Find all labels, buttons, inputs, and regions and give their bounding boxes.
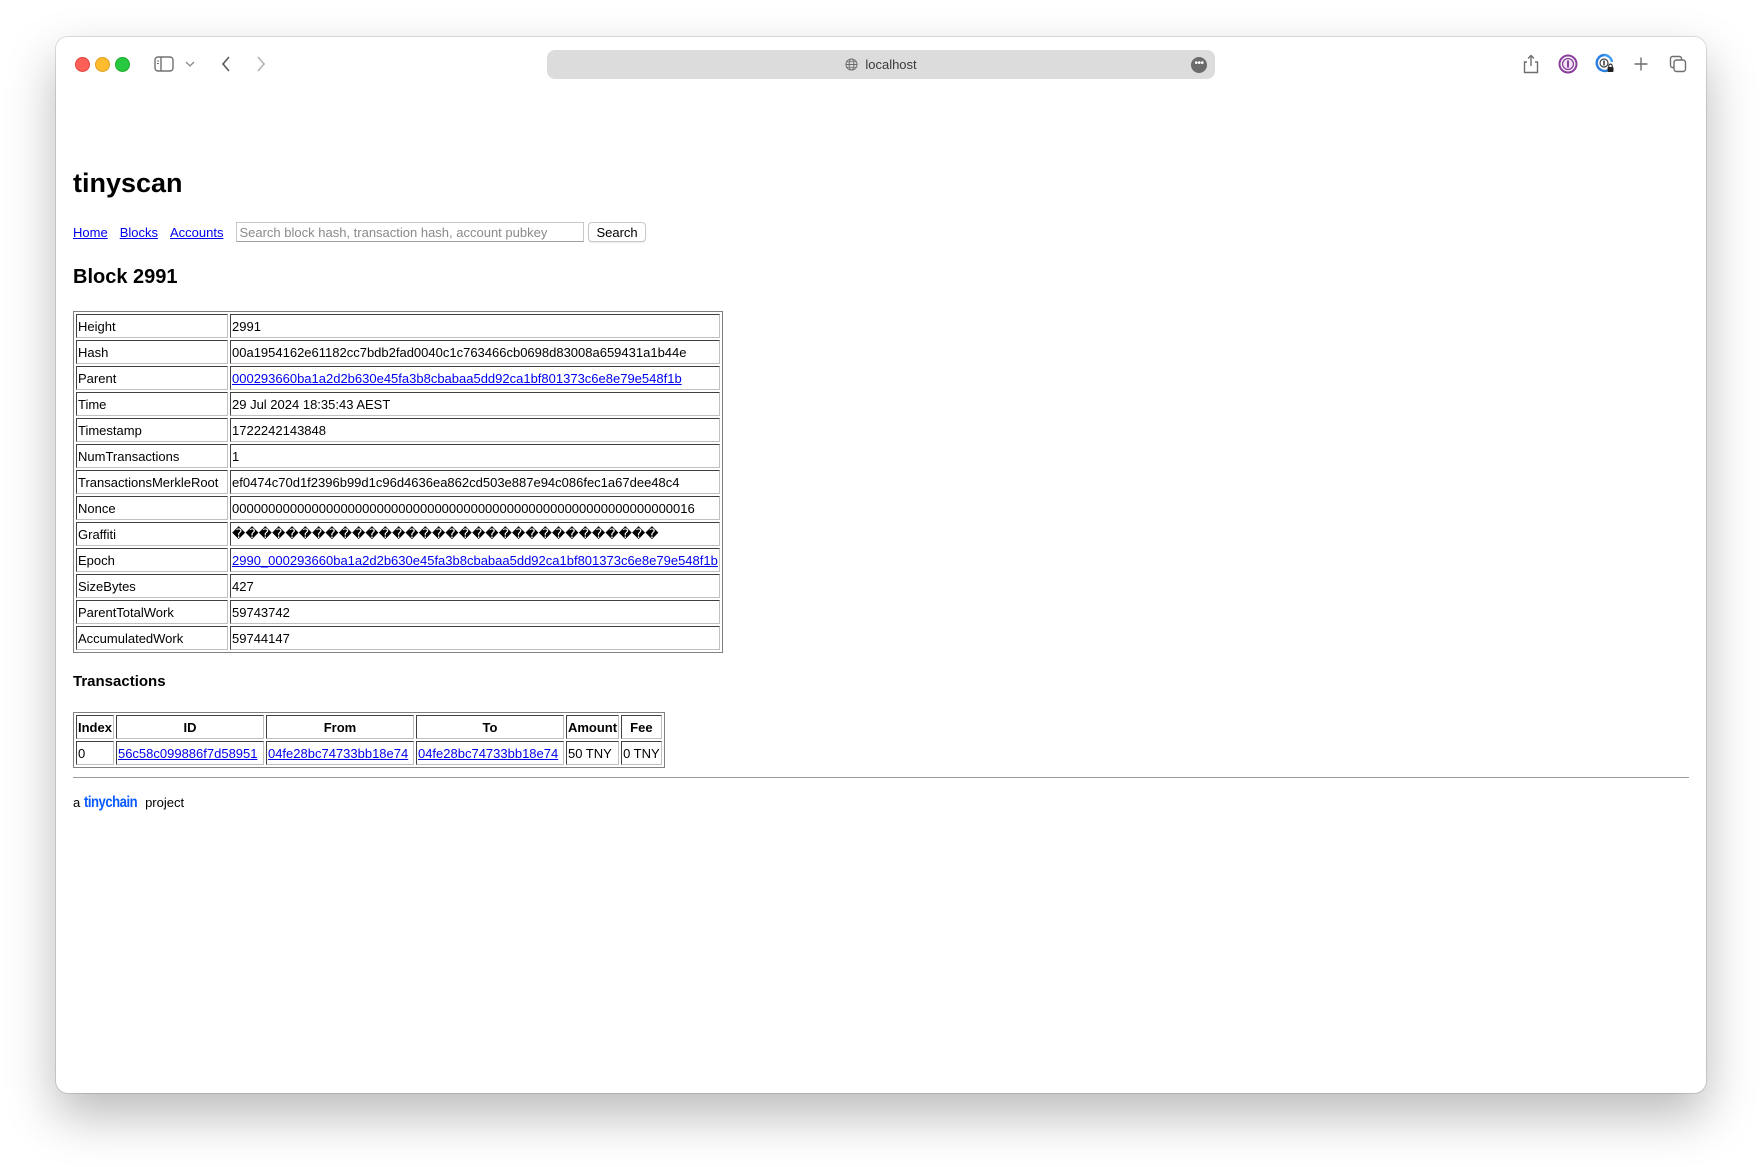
field-label-nonce: Nonce — [76, 496, 228, 520]
site-title: tinyscan — [73, 168, 183, 198]
globe-icon — [845, 58, 858, 71]
minimize-window-button[interactable] — [95, 57, 110, 72]
transactions-heading: Transactions — [73, 673, 166, 690]
table-row: Nonce 00000000000000000000000000000000000… — [76, 496, 720, 520]
footer-suffix: project — [145, 795, 185, 810]
field-value-cell-epoch: 2990_000293660ba1a2d2b630e45fa3b8cbabaa5… — [230, 548, 720, 572]
column-header-from: From — [265, 715, 414, 739]
table-row: NumTransactions 1 — [76, 444, 720, 468]
field-value-height: 2991 — [230, 314, 720, 338]
field-value-num-transactions: 1 — [230, 444, 720, 468]
nav-link-blocks[interactable]: Blocks — [120, 225, 158, 240]
page-content: tinyscan Home Blocks Accounts Search Blo… — [73, 91, 1689, 1093]
field-value-cell-parent: 000293660ba1a2d2b630e45fa3b8cbabaa5dd92c… — [230, 366, 720, 390]
field-value-timestamp: 1722242143848 — [230, 418, 720, 442]
field-link-epoch[interactable]: 2990_000293660ba1a2d2b630e45fa3b8cbabaa5… — [232, 553, 718, 568]
sidebar-icon[interactable] — [153, 52, 175, 76]
tx-to-link[interactable]: 04fe28bc74733bb18e74 — [418, 746, 558, 761]
footer: a tinychain project — [73, 794, 184, 812]
search-button[interactable]: Search — [588, 222, 646, 242]
chevron-down-icon[interactable] — [184, 52, 196, 76]
address-bar[interactable]: localhost ••• — [547, 50, 1215, 79]
field-label-num-transactions: NumTransactions — [76, 444, 228, 468]
field-label-hash: Hash — [76, 340, 228, 364]
close-window-button[interactable] — [75, 57, 90, 72]
share-icon[interactable] — [1519, 52, 1543, 76]
tx-to-cell: 04fe28bc74733bb18e74 — [415, 741, 564, 765]
plus-icon[interactable] — [1629, 52, 1653, 76]
browser-toolbar: localhost ••• — [56, 37, 1706, 91]
field-label-size-bytes: SizeBytes — [76, 574, 228, 598]
tinychain-logo-link[interactable]: tinychain — [84, 794, 138, 812]
chevron-right-icon[interactable] — [251, 52, 271, 76]
column-header-fee: Fee — [621, 715, 662, 739]
table-row: Parent 000293660ba1a2d2b630e45fa3b8cbabaa… — [76, 366, 720, 390]
nav-link-accounts[interactable]: Accounts — [170, 225, 223, 240]
field-value-time: 29 Jul 2024 18:35:43 AEST — [230, 392, 720, 416]
tx-id-link[interactable]: 56c58c099886f7d58951 — [118, 746, 258, 761]
field-label-epoch: Epoch — [76, 548, 228, 572]
search-input[interactable] — [236, 222, 585, 242]
url-text: localhost — [865, 57, 917, 72]
table-row: TransactionsMerkleRoot ef0474c70d1f2396b9… — [76, 470, 720, 494]
field-value-parent-total-work: 59743742 — [230, 600, 720, 624]
site-nav: Home Blocks Accounts Search — [73, 222, 646, 242]
field-link-parent[interactable]: 000293660ba1a2d2b630e45fa3b8cbabaa5dd92c… — [232, 371, 682, 386]
field-label-timestamp: Timestamp — [76, 418, 228, 442]
table-row: ParentTotalWork 59743742 — [76, 600, 720, 624]
tx-amount: 50 TNY — [565, 741, 620, 765]
block-details-table: Height 2991 Hash 00a1954162e61182cc7bdb2fad… — [73, 311, 723, 653]
table-row: Timestamp 1722242143848 — [76, 418, 720, 442]
field-value-hash: 00a1954162e61182cc7bdb2fad0040c1c763466c… — [230, 340, 720, 364]
field-value-size-bytes: 427 — [230, 574, 720, 598]
field-label-parent: Parent — [76, 366, 228, 390]
password-lock-icon[interactable] — [1593, 52, 1617, 76]
table-row: Graffiti �������������������������������� — [76, 522, 720, 546]
maximize-window-button[interactable] — [115, 57, 130, 72]
field-value-graffiti: �������������������������������� — [230, 522, 720, 546]
table-row: 0 56c58c099886f7d58951 04fe28bc74733bb18… — [76, 741, 662, 765]
field-value-nonce: 0000000000000000000000000000000000000000… — [230, 496, 720, 520]
footer-prefix: a — [73, 795, 81, 810]
table-row: SizeBytes 427 — [76, 574, 720, 598]
field-label-time: Time — [76, 392, 228, 416]
field-label-accumulated-work: AccumulatedWork — [76, 626, 228, 650]
onepassword-icon[interactable] — [1556, 52, 1580, 76]
field-label-transactions-merkle-root: TransactionsMerkleRoot — [76, 470, 228, 494]
table-row: Time 29 Jul 2024 18:35:43 AEST — [76, 392, 720, 416]
column-header-id: ID — [115, 715, 264, 739]
tx-fee: 0 TNY — [621, 741, 662, 765]
tx-id-cell: 56c58c099886f7d58951 — [115, 741, 264, 765]
tx-from-cell: 04fe28bc74733bb18e74 — [265, 741, 414, 765]
block-heading: Block 2991 — [73, 266, 178, 288]
footer-divider — [73, 777, 1689, 778]
browser-window: localhost ••• tinyscan Home Blocks Accou… — [56, 37, 1706, 1093]
page-menu-icon[interactable]: ••• — [1191, 57, 1207, 73]
tabs-icon[interactable] — [1666, 52, 1690, 76]
column-header-index: Index — [76, 715, 114, 739]
field-label-graffiti: Graffiti — [76, 522, 228, 546]
tx-from-link[interactable]: 04fe28bc74733bb18e74 — [268, 746, 408, 761]
tx-index: 0 — [76, 741, 114, 765]
column-header-amount: Amount — [565, 715, 620, 739]
field-label-parent-total-work: ParentTotalWork — [76, 600, 228, 624]
table-row: Hash 00a1954162e61182cc7bdb2fad0040c1c763… — [76, 340, 720, 364]
nav-link-home[interactable]: Home — [73, 225, 108, 240]
table-row: Epoch 2990_000293660ba1a2d2b630e45fa3b8cb… — [76, 548, 720, 572]
table-row: Height 2991 — [76, 314, 720, 338]
table-row: AccumulatedWork 59744147 — [76, 626, 720, 650]
transactions-table: Index ID From To Amount Fee 0 56c58c0998… — [73, 712, 665, 768]
transactions-header-row: Index ID From To Amount Fee — [76, 715, 662, 739]
field-label-height: Height — [76, 314, 228, 338]
column-header-to: To — [415, 715, 564, 739]
field-value-accumulated-work: 59744147 — [230, 626, 720, 650]
chevron-left-icon[interactable] — [216, 52, 236, 76]
field-value-transactions-merkle-root: ef0474c70d1f2396b99d1c96d4636ea862cd503e… — [230, 470, 720, 494]
